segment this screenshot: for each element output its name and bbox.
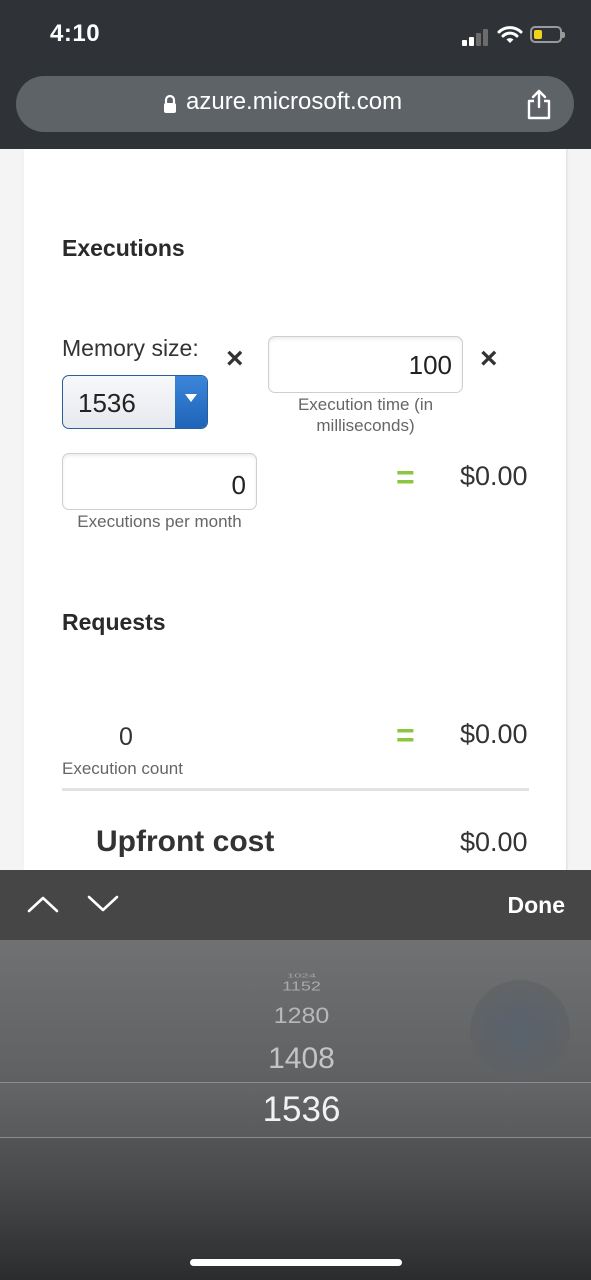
upfront-cost-label: Upfront cost bbox=[96, 825, 275, 858]
dropdown-arrow-icon[interactable] bbox=[175, 376, 207, 428]
execution-time-input[interactable]: 100 bbox=[268, 336, 463, 393]
executions-per-month-caption: Executions per month bbox=[77, 512, 242, 531]
battery-icon bbox=[530, 26, 565, 43]
execution-time-caption: Execution time (in milliseconds) bbox=[297, 395, 434, 435]
done-button[interactable]: Done bbox=[508, 892, 566, 919]
equals-sign: = bbox=[396, 717, 415, 753]
cellular-signal-icon bbox=[462, 28, 492, 46]
chevron-up-icon[interactable] bbox=[26, 893, 60, 915]
keyboard-toolbar: Done bbox=[0, 870, 591, 940]
memory-size-picker[interactable]: 1024 1152 1280 1408 1536 bbox=[0, 940, 591, 1280]
multiply-sign: × bbox=[480, 342, 498, 375]
lock-icon bbox=[164, 94, 176, 113]
picker-option[interactable]: 1280 bbox=[0, 1004, 591, 1030]
requests-cost: $0.00 bbox=[460, 719, 528, 749]
wifi-icon bbox=[497, 26, 523, 43]
equals-sign: = bbox=[396, 459, 415, 495]
memory-size-select[interactable]: 1536 bbox=[62, 375, 208, 429]
divider bbox=[62, 788, 529, 791]
chevron-down-icon[interactable] bbox=[86, 893, 120, 915]
picker-option[interactable]: 1152 bbox=[0, 979, 591, 994]
picker-option[interactable]: 1024 bbox=[0, 972, 591, 979]
web-page: Executions Memory size: × 1536 100 × Exe… bbox=[0, 149, 591, 870]
executions-per-month-input[interactable]: 0 bbox=[62, 453, 257, 510]
address-bar[interactable]: azure.microsoft.com bbox=[16, 76, 574, 132]
picker-option[interactable]: 1408 bbox=[0, 1042, 591, 1076]
share-icon[interactable] bbox=[526, 88, 552, 120]
pricing-calculator-card: Executions Memory size: × 1536 100 × Exe… bbox=[24, 149, 566, 870]
status-bar: 4:10 bbox=[0, 0, 591, 70]
execution-count-caption: Execution count bbox=[62, 759, 183, 778]
upfront-cost-value: $0.00 bbox=[460, 827, 528, 857]
memory-size-label: Memory size: bbox=[62, 335, 199, 361]
url-text[interactable]: azure.microsoft.com bbox=[186, 88, 402, 116]
executions-cost: $0.00 bbox=[460, 461, 528, 491]
memory-size-value: 1536 bbox=[78, 388, 136, 418]
home-indicator[interactable] bbox=[190, 1259, 402, 1266]
picker-option-selected[interactable]: 1536 bbox=[0, 1090, 591, 1130]
status-time: 4:10 bbox=[50, 20, 101, 47]
multiply-sign: × bbox=[226, 342, 244, 375]
executions-heading: Executions bbox=[62, 235, 185, 261]
requests-heading: Requests bbox=[62, 609, 166, 635]
execution-count-value: 0 bbox=[119, 723, 133, 751]
